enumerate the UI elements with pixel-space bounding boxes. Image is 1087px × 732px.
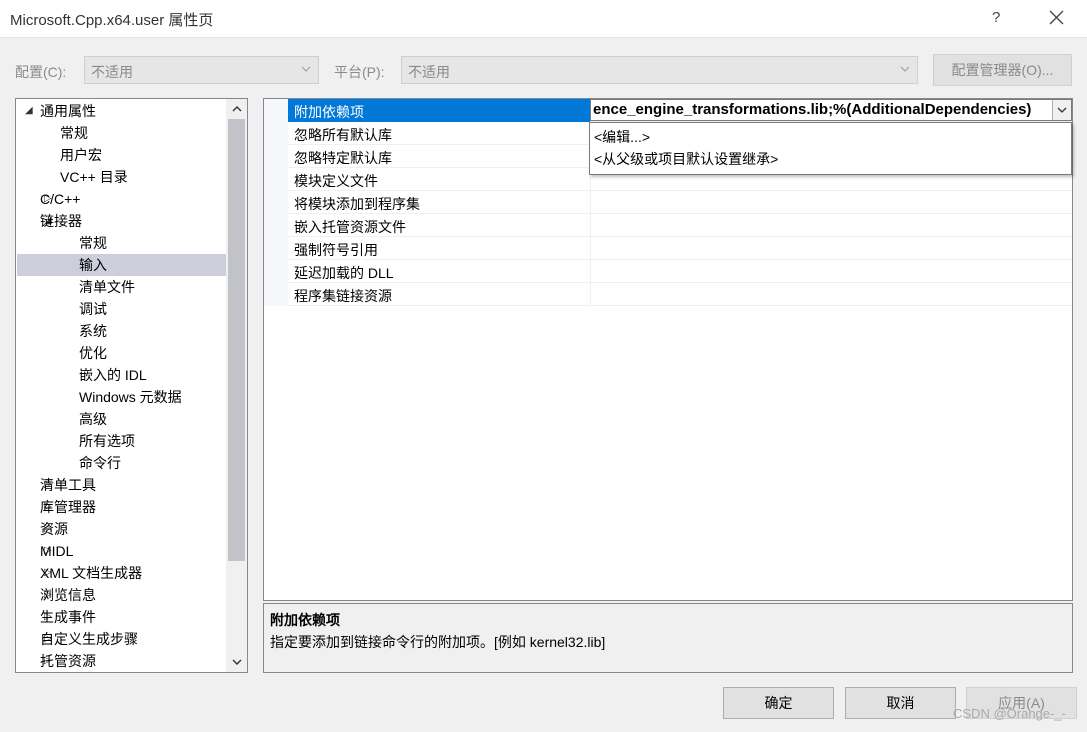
column-divider: [590, 191, 591, 214]
property-name: 模块定义文件: [294, 173, 378, 189]
tree-item-label: Windows 元数据: [79, 389, 182, 405]
chevron-down-icon: [1057, 107, 1067, 113]
platform-combo[interactable]: 不适用: [401, 56, 918, 84]
tree-item-label: 所有选项: [79, 433, 135, 449]
tree-item-label: 常规: [79, 235, 107, 251]
additional-dependencies-input[interactable]: ence_engine_transformations.lib;%(Additi…: [590, 99, 1072, 121]
scroll-up-button[interactable]: [226, 99, 247, 119]
tree-item-label: 清单文件: [79, 279, 135, 295]
property-name: 忽略所有默认库: [294, 127, 392, 143]
tree-item-label: VC++ 目录: [60, 169, 128, 185]
tree-item-label: C/C++: [40, 191, 81, 207]
scroll-thumb[interactable]: [228, 119, 245, 561]
platform-value: 不适用: [408, 64, 450, 80]
tree-item-label: 高级: [79, 411, 107, 427]
chevron-down-icon: [232, 659, 241, 665]
chevron-down-icon: [301, 66, 311, 72]
collapse-arrow-icon[interactable]: ◢: [25, 100, 33, 122]
config-value: 不适用: [91, 64, 133, 80]
watermark: CSDN @Orange-_-: [953, 706, 1066, 721]
tree-item-label: MIDL: [40, 543, 74, 559]
chevron-up-icon: [232, 106, 241, 112]
property-row[interactable]: 强制符号引用: [288, 237, 1072, 260]
property-name: 嵌入托管资源文件: [294, 219, 406, 235]
platform-label: 平台(P):: [334, 64, 385, 80]
config-manager-button[interactable]: 配置管理器(O)...: [933, 54, 1072, 86]
grid-margin: [264, 99, 288, 306]
tree-item-label: XML 文档生成器: [40, 565, 143, 581]
tree-item-label: 优化: [79, 345, 107, 361]
config-label: 配置(C):: [15, 64, 67, 80]
property-name: 程序集链接资源: [294, 288, 392, 304]
value-dropdown-button[interactable]: [1052, 100, 1071, 120]
help-button[interactable]: ?: [992, 9, 1000, 26]
property-name: 将模块添加到程序集: [294, 196, 420, 212]
close-icon: [1049, 10, 1064, 25]
property-row[interactable]: 延迟加载的 DLL: [288, 260, 1072, 283]
column-divider: [590, 214, 591, 237]
tree-item-label: 输入: [79, 257, 107, 273]
property-row[interactable]: 将模块添加到程序集: [288, 191, 1072, 214]
tree-item-label: 库管理器: [40, 499, 96, 515]
property-name: 延迟加载的 DLL: [294, 265, 394, 281]
tree-item-label: 常规: [60, 125, 88, 141]
property-row[interactable]: 程序集链接资源: [288, 283, 1072, 306]
property-name: 附加依赖项: [294, 104, 364, 120]
tree-item-label: 系统: [79, 323, 107, 339]
tree-item-label: 自定义生成步骤: [40, 631, 138, 647]
cancel-button[interactable]: 取消: [845, 687, 956, 719]
tree-selection-highlight: [17, 254, 226, 276]
column-divider: [590, 260, 591, 283]
tree-scrollbar[interactable]: [226, 99, 247, 672]
window-title: Microsoft.Cpp.x64.user 属性页: [10, 12, 214, 29]
tree-item-label: 清单工具: [40, 477, 96, 493]
config-combo[interactable]: 不适用: [84, 56, 319, 84]
ok-button[interactable]: 确定: [723, 687, 834, 719]
chevron-down-icon: [900, 66, 910, 72]
property-name: 忽略特定默认库: [294, 150, 392, 166]
property-row[interactable]: 嵌入托管资源文件: [288, 214, 1072, 237]
dropdown-option-edit[interactable]: <编辑...>: [594, 127, 650, 147]
tree-item-label: 嵌入的 IDL: [79, 367, 147, 383]
column-divider: [590, 283, 591, 306]
tree-item-label: 链接器: [40, 213, 82, 229]
value-dropdown-list: <编辑...> <从父级或项目默认设置继承>: [589, 122, 1072, 175]
property-tree: ◢ 通用属性 常规 用户宏 VC++ 目录 ▷ C/C++ ◢ 链接器 常规 输入 清单文件 调试 系统优…: [15, 98, 248, 673]
tree-item-label: 资源: [40, 521, 68, 537]
tree-item-label: 浏览信息: [40, 587, 96, 603]
dropdown-option-inherit[interactable]: <从父级或项目默认设置继承>: [594, 149, 778, 169]
title-bar: Microsoft.Cpp.x64.user 属性页 ?: [0, 0, 1087, 38]
tree-item-label: 通用属性: [40, 103, 96, 119]
description-panel: 附加依赖项 指定要添加到链接命令行的附加项。[例如 kernel32.lib]: [263, 603, 1073, 673]
property-name: 强制符号引用: [294, 242, 378, 258]
tree-item-label: 命令行: [79, 455, 121, 471]
additional-dependencies-value: ence_engine_transformations.lib;%(Additi…: [593, 101, 1032, 118]
close-button[interactable]: [1047, 5, 1067, 29]
column-divider: [590, 237, 591, 260]
tree-item-label: 托管资源: [40, 653, 96, 669]
tree-item-label: 调试: [79, 301, 107, 317]
tree-item-label: 生成事件: [40, 609, 96, 625]
scroll-down-button[interactable]: [226, 652, 247, 672]
description-text: 指定要添加到链接命令行的附加项。[例如 kernel32.lib]: [270, 634, 606, 650]
description-title: 附加依赖项: [270, 612, 340, 628]
tree-item-label: 用户宏: [60, 147, 102, 163]
